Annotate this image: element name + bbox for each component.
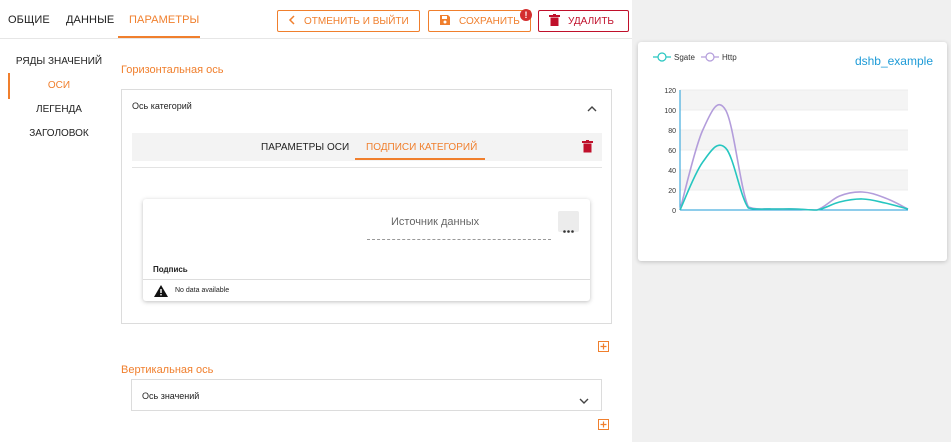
y-tick-label: 0 — [672, 208, 676, 215]
value-axis-header[interactable]: Ось значений — [142, 391, 199, 401]
axis-subtabs: ПАРАМЕТРЫ ОСИ ПОДПИСИ КАТЕГОРИЙ — [132, 133, 602, 161]
column-header-label: Подпись — [153, 265, 188, 274]
chevron-down-icon[interactable] — [578, 392, 590, 410]
add-horizontal-axis-button[interactable] — [598, 341, 609, 352]
series-line-http — [679, 103, 909, 211]
trash-icon[interactable] — [582, 140, 593, 158]
subtab-active-indicator — [355, 158, 485, 160]
tab-axis-parameters[interactable]: ПАРАМЕТРЫ ОСИ — [261, 142, 349, 153]
chevron-left-icon — [288, 14, 296, 28]
tab-parameters[interactable]: ПАРАМЕТРЫ — [129, 14, 199, 26]
tab-category-labels[interactable]: ПОДПИСИ КАТЕГОРИЙ — [366, 142, 477, 153]
trash-icon — [549, 13, 560, 29]
chart-plot: 0 20 40 60 80 100 120 — [664, 88, 909, 215]
table-header-divider — [143, 279, 590, 280]
unsaved-warning-badge: ! — [520, 9, 532, 21]
plus-icon — [600, 421, 607, 428]
y-tick-label: 80 — [668, 128, 676, 135]
y-tick-label: 40 — [668, 168, 676, 175]
cancel-and-exit-button[interactable]: ОТМЕНИТЬ И ВЫЙТИ — [277, 10, 420, 32]
chevron-up-icon[interactable] — [586, 100, 598, 118]
chart-preview-card: dshb_example Sgate Http 0 20 40 60 80 100 120 — [638, 42, 947, 261]
y-tick-label: 100 — [664, 108, 676, 115]
header-divider — [0, 38, 632, 39]
plus-icon — [600, 343, 607, 350]
grid-band — [680, 170, 908, 190]
data-source-label[interactable]: Источник данных — [391, 216, 479, 228]
y-tick-label: 20 — [668, 188, 676, 195]
delete-label: УДАЛИТЬ — [568, 15, 614, 27]
data-source-underline — [367, 239, 551, 240]
sidebar-item-legend[interactable]: ЛЕГЕНДА — [9, 104, 109, 115]
empty-state-text: No data available — [175, 287, 230, 294]
floppy-disk-icon — [439, 14, 451, 29]
y-tick-label: 60 — [668, 148, 676, 155]
tab-general[interactable]: ОБЩИЕ — [8, 14, 50, 26]
y-tick-label: 120 — [664, 88, 676, 95]
more-horizontal-icon — [563, 220, 574, 238]
sidebar-item-series[interactable]: РЯДЫ ЗНАЧЕНИЙ — [9, 56, 109, 67]
save-button[interactable]: СОХРАНИТЬ — [428, 10, 531, 32]
warning-icon — [154, 284, 168, 302]
sidebar-item-title[interactable]: ЗАГОЛОВОК — [9, 128, 109, 139]
sidebar-item-axes[interactable]: ОСИ — [9, 80, 109, 91]
category-axis-header[interactable]: Ось категорий — [132, 101, 192, 111]
vertical-axis-title: Вертикальная ось — [121, 364, 214, 376]
data-source-card — [143, 199, 590, 301]
horizontal-axis-title: Горизонтальная ось — [121, 64, 224, 76]
add-vertical-axis-button[interactable] — [598, 419, 609, 430]
delete-button[interactable]: УДАЛИТЬ — [538, 10, 629, 32]
more-options-button[interactable] — [558, 211, 579, 233]
save-label: СОХРАНИТЬ — [459, 15, 520, 27]
cancel-label: ОТМЕНИТЬ И ВЫЙТИ — [304, 15, 409, 27]
value-axis-panel[interactable] — [131, 379, 602, 411]
tab-data[interactable]: ДАННЫЕ — [66, 14, 114, 26]
subtab-divider — [132, 167, 602, 168]
